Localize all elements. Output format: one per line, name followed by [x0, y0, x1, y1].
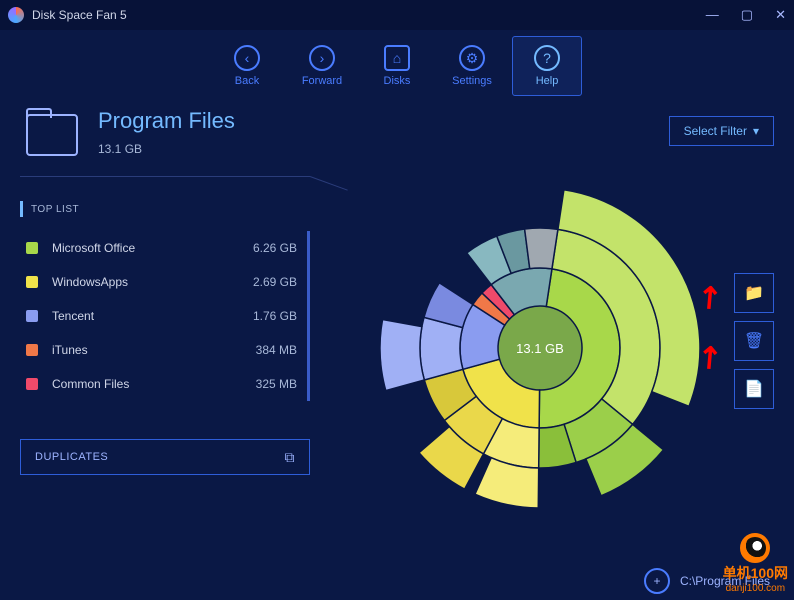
maximize-button[interactable]: ▢	[741, 7, 753, 23]
duplicates-button[interactable]: DUPLICATES ⧉	[20, 439, 310, 475]
document-icon: 📄	[744, 379, 764, 399]
gear-icon: ⚙	[459, 45, 485, 71]
color-swatch	[26, 344, 38, 356]
chart-center-label: 13.1 GB	[505, 313, 575, 383]
top-list[interactable]: Microsoft Office 6.26 GB WindowsApps 2.6…	[20, 231, 310, 401]
duplicates-icon: ⧉	[285, 449, 296, 466]
disks-icon: ⌂	[384, 45, 410, 71]
watermark-icon	[740, 533, 770, 563]
item-name: WindowsApps	[52, 275, 253, 289]
current-folder-header: Program Files 13.1 GB	[20, 108, 310, 177]
color-swatch	[26, 378, 38, 390]
app-logo-icon	[8, 7, 24, 23]
open-folder-icon: 📁	[744, 283, 764, 303]
list-item[interactable]: Tencent 1.76 GB	[20, 299, 297, 333]
disks-label: Disks	[384, 75, 411, 87]
back-label: Back	[235, 75, 259, 87]
color-swatch	[26, 276, 38, 288]
toplist-header: TOP LIST	[20, 201, 310, 217]
item-name: iTunes	[52, 343, 256, 357]
forward-button[interactable]: › Forward	[287, 36, 357, 96]
forward-icon: ›	[309, 45, 335, 71]
delete-button[interactable]: 🗑	[734, 321, 774, 361]
help-button[interactable]: ? Help	[512, 36, 582, 96]
settings-label: Settings	[452, 75, 492, 87]
title-bar: Disk Space Fan 5 — ▢ ✕	[0, 0, 794, 30]
help-icon: ?	[534, 45, 560, 71]
select-filter-button[interactable]: Select Filter ▾	[669, 116, 774, 146]
add-path-button[interactable]: +	[644, 568, 670, 594]
filter-label: Select Filter	[684, 124, 747, 138]
watermark: 单机100网 danji100.com	[723, 533, 788, 594]
folder-icon	[26, 114, 78, 156]
color-swatch	[26, 242, 38, 254]
item-size: 325 MB	[256, 377, 297, 391]
item-size: 384 MB	[256, 343, 297, 357]
item-size: 2.69 GB	[253, 275, 297, 289]
help-label: Help	[536, 75, 559, 87]
sunburst-chart[interactable]: 13.1 GB	[340, 148, 740, 548]
properties-button[interactable]: 📄	[734, 369, 774, 409]
folder-size: 13.1 GB	[98, 142, 235, 156]
chevron-down-icon: ▾	[753, 124, 759, 138]
item-name: Tencent	[52, 309, 253, 323]
back-icon: ‹	[234, 45, 260, 71]
close-button[interactable]: ✕	[775, 7, 786, 23]
item-size: 6.26 GB	[253, 241, 297, 255]
back-button[interactable]: ‹ Back	[212, 36, 282, 96]
trash-icon: 🗑	[744, 331, 764, 351]
list-item[interactable]: iTunes 384 MB	[20, 333, 297, 367]
toolbar: ‹ Back › Forward ⌂ Disks ⚙ Settings ? He…	[0, 30, 794, 98]
open-folder-button[interactable]: 📁	[734, 273, 774, 313]
item-name: Common Files	[52, 377, 256, 391]
forward-label: Forward	[302, 75, 342, 87]
list-item[interactable]: WindowsApps 2.69 GB	[20, 265, 297, 299]
item-name: Microsoft Office	[52, 241, 253, 255]
disks-button[interactable]: ⌂ Disks	[362, 36, 432, 96]
list-item[interactable]: Microsoft Office 6.26 GB	[20, 231, 297, 265]
color-swatch	[26, 310, 38, 322]
item-size: 1.76 GB	[253, 309, 297, 323]
app-title: Disk Space Fan 5	[32, 8, 706, 22]
folder-name: Program Files	[98, 108, 235, 134]
settings-button[interactable]: ⚙ Settings	[437, 36, 507, 96]
minimize-button[interactable]: —	[706, 7, 719, 23]
duplicates-label: DUPLICATES	[35, 451, 108, 463]
list-item[interactable]: Common Files 325 MB	[20, 367, 297, 401]
